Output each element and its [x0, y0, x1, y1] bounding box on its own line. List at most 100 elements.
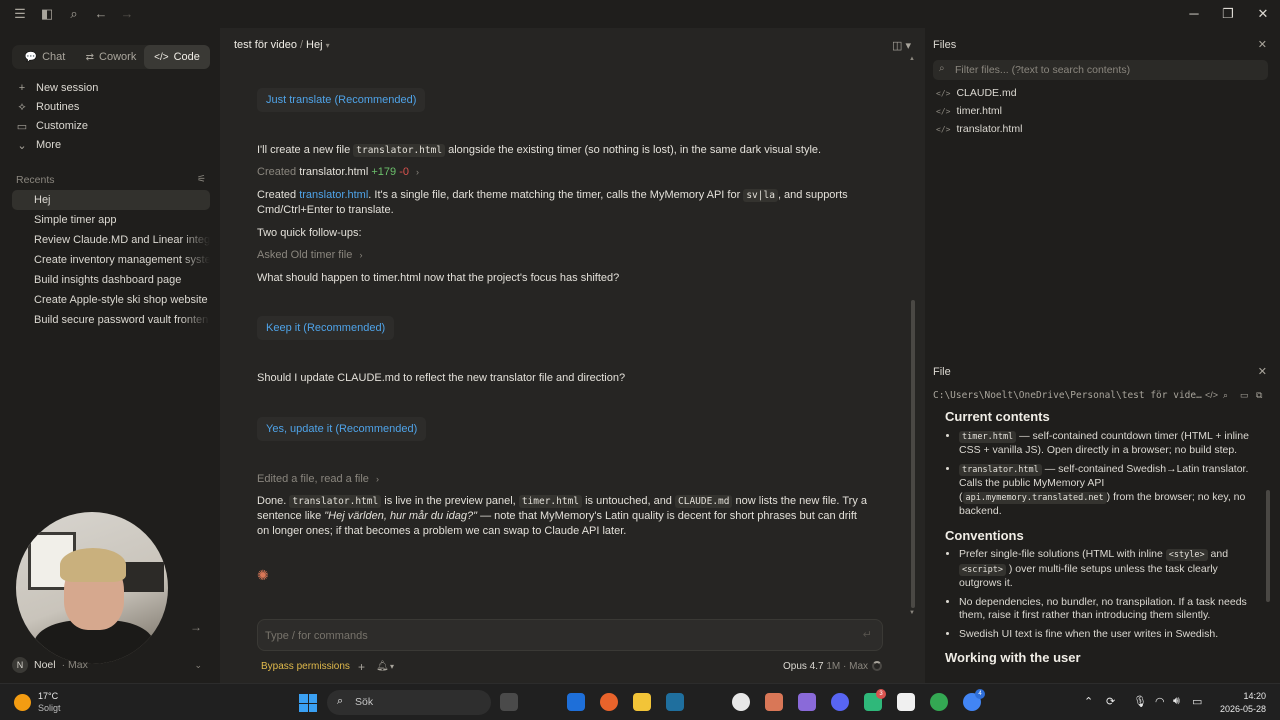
user-menu[interactable]: N Noel · Max ⌄: [12, 656, 210, 674]
volume-icon[interactable]: 🔊︎: [1173, 695, 1180, 708]
option-keep-button[interactable]: Keep it (Recommended): [257, 316, 395, 340]
section-heading: Working with the user: [945, 650, 1081, 665]
close-button[interactable]: ✕: [1248, 4, 1278, 24]
question-text: Should I update CLAUDE.md to reflect the…: [257, 372, 626, 384]
chrome-icon[interactable]: [930, 693, 948, 711]
forward-arrow-icon[interactable]: →: [119, 6, 135, 22]
file-explorer-icon[interactable]: [633, 693, 651, 711]
taskbar-search[interactable]: ⌕ Sök: [327, 690, 491, 715]
back-arrow-icon[interactable]: ←: [93, 6, 109, 22]
tab-cowork[interactable]: ⇄ Cowork: [78, 45, 144, 69]
claude-icon[interactable]: [765, 693, 783, 711]
folder-icon[interactable]: ▭: [1240, 390, 1249, 401]
weather-desc[interactable]: Soligt: [38, 703, 61, 713]
minimize-button[interactable]: ─: [1179, 4, 1209, 24]
wifi-icon[interactable]: ◠: [1155, 695, 1165, 708]
vscode-icon[interactable]: [666, 693, 684, 711]
file-link[interactable]: translator.html: [299, 189, 368, 201]
battery-icon[interactable]: ▭: [1192, 695, 1202, 708]
user-name: Noel: [34, 659, 56, 671]
option-just-translate-button[interactable]: Just translate (Recommended): [257, 88, 426, 112]
tool-asked[interactable]: Asked Old timer file ›: [257, 248, 867, 263]
model-selector[interactable]: Opus 4.7 1M · Max: [783, 661, 868, 672]
file-item[interactable]: </> CLAUDE.md: [936, 85, 1017, 101]
files-panel-title: Files: [933, 39, 957, 51]
webcam-person-hair: [60, 548, 126, 582]
sidebar-item-more[interactable]: ⌄ More: [16, 136, 61, 154]
close-icon[interactable]: ✕: [1258, 365, 1267, 378]
recent-item[interactable]: Hej: [12, 190, 210, 210]
title-bar: ☰ ◧ ⌕ ← → ─ ❐ ✕: [0, 0, 1280, 28]
inline-code: CLAUDE.md: [675, 495, 733, 508]
nav-label: Routines: [36, 101, 80, 113]
avatar: N: [12, 657, 28, 673]
new-session-button[interactable]: + New session: [16, 79, 99, 97]
bell-icon[interactable]: 🔔︎: [376, 661, 389, 672]
option-update-button[interactable]: Yes, update it (Recommended): [257, 417, 427, 441]
close-icon[interactable]: ✕: [1258, 38, 1267, 51]
cowork-icon: ⇄: [85, 51, 95, 63]
file-panel-title: File: [933, 366, 951, 378]
app-icon[interactable]: [798, 693, 816, 711]
scroll-down-arrow-icon[interactable]: ▼: [909, 610, 915, 616]
nav-label: Customize: [36, 120, 88, 132]
recent-item[interactable]: Build secure password vault fronten: [12, 310, 210, 330]
maximize-button[interactable]: ❐: [1213, 4, 1243, 24]
windows-start-icon[interactable]: [299, 694, 317, 712]
files-search-input[interactable]: [955, 62, 1260, 78]
clock-time[interactable]: 14:20: [1228, 691, 1266, 701]
tool-label: Created: [257, 166, 297, 178]
chevron-down-icon[interactable]: ▾: [390, 662, 394, 671]
github-icon[interactable]: [732, 693, 750, 711]
search-icon[interactable]: ⌕: [66, 6, 82, 22]
tool-created-file[interactable]: Created translator.html +179 -0 ›: [257, 165, 867, 180]
recent-item[interactable]: Create Apple-style ski shop website: [12, 290, 210, 310]
taskbar-search-label: Sök: [355, 696, 374, 708]
plus-icon[interactable]: +: [358, 660, 365, 674]
tab-label: Chat: [42, 51, 66, 63]
weather-temp[interactable]: 17°C: [38, 691, 58, 701]
code-icon: </>: [154, 51, 169, 63]
store-icon[interactable]: [567, 693, 585, 711]
webcam-overlay: [16, 512, 168, 664]
sun-icon[interactable]: [14, 694, 31, 711]
tab-code[interactable]: </> Code: [144, 45, 210, 69]
recent-item[interactable]: Review Claude.MD and Linear integr: [12, 230, 210, 250]
sidebar-item-routines[interactable]: ⟡ Routines: [16, 98, 79, 116]
chevron-up-icon[interactable]: ⌃: [1084, 695, 1093, 708]
chevron-right-icon: ›: [416, 167, 420, 177]
search-icon[interactable]: ⌕: [1223, 390, 1228, 401]
firefox-icon[interactable]: [600, 693, 618, 711]
followups-text: Two quick follow-ups:: [257, 227, 362, 239]
recent-item[interactable]: Build insights dashboard page: [12, 270, 210, 290]
code-view-icon[interactable]: </>: [1205, 390, 1218, 400]
clock-date[interactable]: 2026-05-28: [1214, 704, 1266, 714]
inline-code: <style>: [1165, 549, 1208, 561]
tab-chat[interactable]: 💬 Chat: [12, 45, 78, 69]
recent-item[interactable]: Create inventory management syste: [12, 250, 210, 270]
prompt-input[interactable]: [265, 627, 845, 645]
panel-toggle-icon[interactable]: ◫ ▾: [892, 39, 911, 52]
file-panel-scrollbar[interactable]: [1266, 490, 1270, 602]
task-view-icon[interactable]: [500, 693, 518, 711]
sidebar-toggle-icon[interactable]: ◧: [39, 6, 55, 22]
filter-icon[interactable]: ⚟: [197, 174, 206, 185]
composer[interactable]: ↵: [257, 619, 883, 651]
sync-icon[interactable]: ⟳: [1106, 695, 1115, 708]
tool-edited[interactable]: Edited a file, read a file ›: [257, 472, 867, 487]
copy-icon[interactable]: ⧉: [1256, 390, 1262, 401]
microphone-icon[interactable]: 🎙︎: [1133, 695, 1147, 708]
files-search[interactable]: ⌕: [933, 60, 1268, 80]
file-item[interactable]: </> translator.html: [936, 121, 1022, 137]
enter-icon[interactable]: ↵: [863, 628, 872, 641]
notion-icon[interactable]: [897, 693, 915, 711]
file-item[interactable]: </> timer.html: [936, 103, 1002, 119]
bypass-permissions-button[interactable]: Bypass permissions: [261, 661, 350, 672]
breadcrumb[interactable]: test för video / Hej ▾: [234, 39, 330, 51]
main-scrollbar[interactable]: [911, 300, 915, 608]
discord-icon[interactable]: [831, 693, 849, 711]
recent-item[interactable]: Simple timer app: [12, 210, 210, 230]
sidebar-item-customize[interactable]: ▭ Customize: [16, 117, 88, 135]
menu-icon[interactable]: ☰: [12, 6, 28, 22]
scroll-up-arrow-icon[interactable]: ▲: [909, 56, 915, 62]
